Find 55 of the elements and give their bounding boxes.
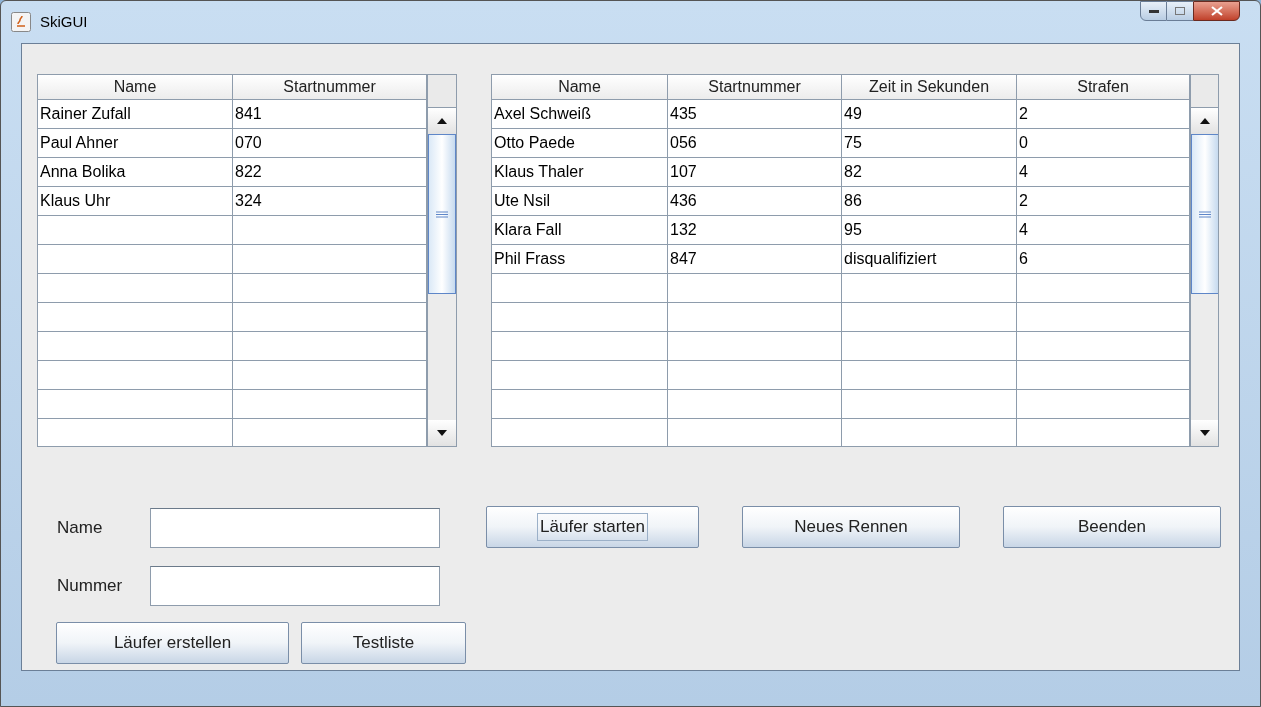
table-cell: Klara Fall [492, 216, 668, 244]
push-button[interactable]: Neues Rennen [742, 506, 960, 548]
table-cell: Ute Nsil [492, 187, 668, 215]
down-arrow-icon [1200, 430, 1210, 436]
window-title: SkiGUI [40, 11, 88, 32]
grip-icon [1199, 210, 1211, 218]
table-cell: 95 [842, 216, 1017, 244]
column-header[interactable]: Name [492, 75, 668, 99]
push-button[interactable]: Läufer starten [486, 506, 699, 548]
scrollbar[interactable] [427, 75, 456, 446]
table-cell: Axel Schweiß [492, 100, 668, 128]
table-cell: 435 [668, 100, 842, 128]
push-button[interactable]: Beenden [1003, 506, 1221, 548]
table-cell: 056 [668, 129, 842, 157]
text-field[interactable] [150, 508, 440, 548]
app-icon [11, 12, 31, 32]
column-header[interactable]: Name [38, 75, 233, 99]
close-button[interactable] [1193, 1, 1240, 21]
push-button[interactable]: Läufer erstellen [56, 622, 289, 664]
table-cell: Otto Paede [492, 129, 668, 157]
table-cell: 107 [668, 158, 842, 186]
scroll-thumb[interactable] [1191, 134, 1218, 294]
table-cell: 847 [668, 245, 842, 273]
table-cell: Rainer Zufall [38, 100, 233, 128]
table-cell: disqualifiziert [842, 245, 1017, 273]
table-cell: Phil Frass [492, 245, 668, 273]
grip-icon [436, 210, 448, 218]
maximize-button[interactable] [1167, 1, 1193, 21]
scroll-down-button[interactable] [428, 420, 456, 446]
table-cell: 132 [668, 216, 842, 244]
table-cell: 436 [668, 187, 842, 215]
text-field[interactable] [150, 566, 440, 606]
scroll-up-button[interactable] [1191, 108, 1218, 134]
field-label: Nummer [56, 575, 124, 598]
up-arrow-icon [437, 118, 447, 124]
up-arrow-icon [1200, 118, 1210, 124]
down-arrow-icon [437, 430, 447, 436]
scroll-up-button[interactable] [428, 108, 456, 134]
scroll-down-button[interactable] [1191, 420, 1218, 446]
table-cell: Klaus Uhr [38, 187, 233, 215]
table-cell: Klaus Thaler [492, 158, 668, 186]
push-button[interactable]: Testliste [301, 622, 466, 664]
scrollbar[interactable] [1190, 75, 1218, 446]
table-cell: Paul Ahner [38, 129, 233, 157]
table-cell: 75 [842, 129, 1017, 157]
table-cell: 82 [842, 158, 1017, 186]
minimize-button[interactable] [1140, 1, 1167, 21]
column-header[interactable]: Startnummer [668, 75, 842, 99]
column-header[interactable]: Zeit in Sekunden [842, 75, 1017, 99]
scroll-thumb[interactable] [428, 134, 456, 294]
table-cell: 86 [842, 187, 1017, 215]
table-cell: Anna Bolika [38, 158, 233, 186]
close-icon [1210, 6, 1223, 16]
table-cell: 49 [842, 100, 1017, 128]
field-label: Name [56, 517, 104, 540]
